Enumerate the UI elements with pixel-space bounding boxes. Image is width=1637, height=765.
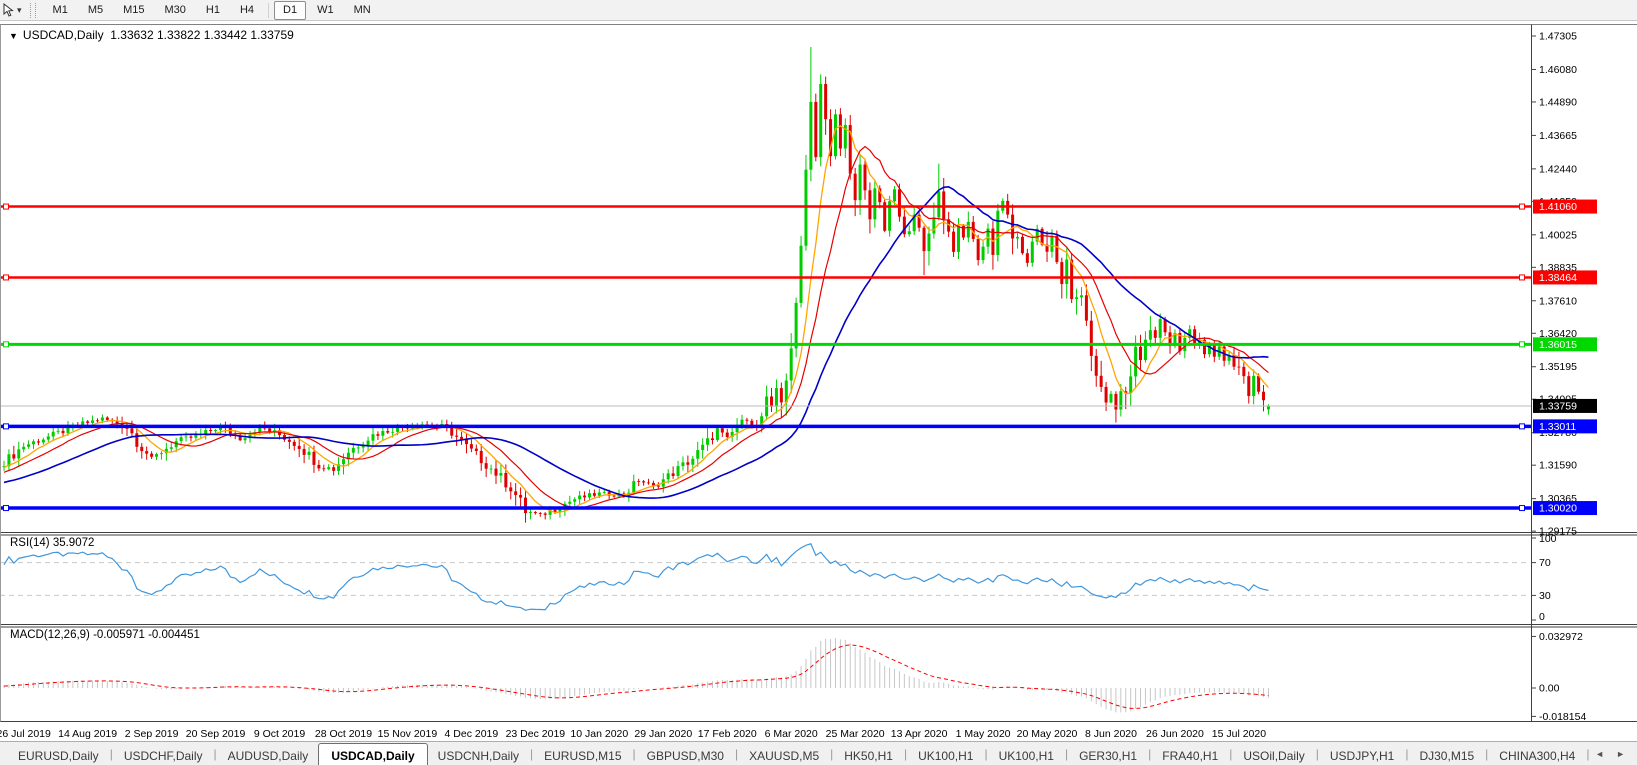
date-tick-label: 6 Mar 2020 <box>765 728 818 740</box>
rsi-tick-label: 30 <box>1539 590 1551 602</box>
timeframe-button-h4[interactable]: H4 <box>231 1 263 20</box>
date-tick-label: 15 Jul 2020 <box>1212 728 1266 740</box>
price-tick-label: 1.40025 <box>1539 229 1577 241</box>
toolbar-grip-handle[interactable] <box>29 2 36 18</box>
price-badge-1.38464: 1.38464 <box>1539 272 1577 284</box>
rsi-tick-label: 70 <box>1539 557 1551 569</box>
price-tick-label: 1.31590 <box>1539 460 1577 472</box>
date-tick-label: 2 Sep 2019 <box>125 728 179 740</box>
price-tick-label: 1.42440 <box>1539 163 1577 175</box>
tab-gbpusd-m30[interactable]: GBPUSD,M30 <box>637 742 734 765</box>
date-tick-label: 4 Dec 2019 <box>445 728 499 740</box>
chart-area[interactable]: 1.473051.460801.448901.436651.424401.412… <box>0 21 1637 741</box>
tab-separator: | <box>1586 746 1590 761</box>
date-tick-label: 20 Sep 2019 <box>186 728 246 740</box>
timeframe-button-h1[interactable]: H1 <box>197 1 229 20</box>
tab-xauusd-m5[interactable]: XAUUSD,M5 <box>739 742 829 765</box>
date-tick-label: 10 Jan 2020 <box>570 728 628 740</box>
price-tick-label: 1.46080 <box>1539 64 1577 76</box>
price-badge-1.33011: 1.33011 <box>1539 421 1576 433</box>
chart-ohlc-values: 1.33632 1.33822 1.33442 1.33759 <box>110 28 294 42</box>
collapse-triangle-icon[interactable]: ▼ <box>9 31 18 41</box>
date-tick-label: 1 May 2020 <box>956 728 1011 740</box>
macd-tick-label: -0.018154 <box>1539 711 1586 723</box>
tab-dj30-m15[interactable]: DJ30,M15 <box>1409 742 1484 765</box>
price-badge-1.36015: 1.36015 <box>1539 339 1577 351</box>
tab-usdchf-daily[interactable]: USDCHF,Daily <box>114 742 213 765</box>
timeframe-button-d1[interactable]: D1 <box>274 0 307 20</box>
dropdown-caret-icon[interactable]: ▾ <box>17 5 22 16</box>
timeframe-button-w1[interactable]: W1 <box>308 1 343 20</box>
date-tick-label: 13 Apr 2020 <box>891 728 948 740</box>
timeframe-toolbar: ▾ M1 M5 M15 M30 H1 H4 D1 W1 MN <box>0 0 1637 21</box>
timeframe-button-m5[interactable]: M5 <box>79 1 112 20</box>
chart-canvas[interactable]: 1.473051.460801.448901.436651.424401.412… <box>0 21 1637 741</box>
tab-scroll-right-icon[interactable]: ► <box>1616 749 1625 759</box>
tab-eurusd-daily[interactable]: EURUSD,Daily <box>8 742 109 765</box>
tab-usoil-daily[interactable]: USOil,Daily <box>1233 742 1314 765</box>
tab-usdcnh-daily[interactable]: USDCNH,Daily <box>428 742 529 765</box>
price-tick-label: 1.43665 <box>1539 130 1577 142</box>
rsi-indicator-label: RSI(14) 35.9072 <box>10 537 95 549</box>
tab-usdcad-daily[interactable]: USDCAD,Daily <box>318 743 428 765</box>
price-tick-label: 1.44890 <box>1539 96 1577 108</box>
price-tick-label: 1.47305 <box>1539 31 1577 43</box>
cursor-icon <box>3 3 14 17</box>
chart-title: ▼ USDCAD,Daily 1.33632 1.33822 1.33442 1.… <box>9 28 294 42</box>
macd-indicator-label: MACD(12,26,9) -0.005971 -0.004451 <box>10 629 200 641</box>
date-tick-label: 15 Nov 2019 <box>378 728 438 740</box>
price-tick-label: 1.35195 <box>1539 361 1577 373</box>
date-tick-label: 17 Feb 2020 <box>698 728 757 740</box>
date-tick-label: 29 Jan 2020 <box>634 728 692 740</box>
date-tick-label: 20 May 2020 <box>1017 728 1078 740</box>
tab-scroll-arrows: ◄ ► <box>1595 742 1625 765</box>
timeframe-button-mn[interactable]: MN <box>345 1 380 20</box>
tab-uk100-h1[interactable]: UK100,H1 <box>989 742 1064 765</box>
timeframe-button-m1[interactable]: M1 <box>44 1 77 20</box>
macd-tick-label: 0.032972 <box>1539 631 1583 643</box>
tab-ger30-h1[interactable]: GER30,H1 <box>1069 742 1147 765</box>
tab-uk100-h1[interactable]: UK100,H1 <box>908 742 983 765</box>
date-tick-label: 14 Aug 2019 <box>58 728 117 740</box>
cursor-tool-button[interactable]: ▾ <box>0 3 25 17</box>
timeframe-button-m15[interactable]: M15 <box>114 1 153 20</box>
symbol-tabs: EURUSD,Daily | USDCHF,Daily | AUDUSD,Daily US… <box>8 742 1590 765</box>
price-badge-1.41060: 1.41060 <box>1539 201 1577 213</box>
date-tick-label: 9 Oct 2019 <box>254 728 306 740</box>
tab-usdjpy-h1[interactable]: USDJPY,H1 <box>1320 742 1404 765</box>
tab-eurusd-m15[interactable]: EURUSD,M15 <box>534 742 631 765</box>
tab-fra40-h1[interactable]: FRA40,H1 <box>1152 742 1228 765</box>
timeframe-buttons: M1 M5 M15 M30 H1 H4 D1 W1 MN <box>43 0 381 20</box>
price-badge-1.30020: 1.30020 <box>1539 503 1577 515</box>
chart-symbol-label: USDCAD,Daily <box>22 28 104 42</box>
date-tick-label: 23 Dec 2019 <box>506 728 566 740</box>
macd-tick-label: 0.00 <box>1539 683 1560 695</box>
toolbar-separator <box>268 2 270 18</box>
date-tick-label: 26 Jun 2020 <box>1146 728 1204 740</box>
tab-china300-h4[interactable]: CHINA300,H4 <box>1489 742 1585 765</box>
date-tick-label: 8 Jun 2020 <box>1085 728 1137 740</box>
symbol-tab-bar: EURUSD,Daily | USDCHF,Daily | AUDUSD,Daily US… <box>0 741 1637 765</box>
tab-audusd-daily[interactable]: AUDUSD,Daily <box>218 742 319 765</box>
date-tick-label: 25 Mar 2020 <box>826 728 885 740</box>
date-tick-label: 26 Jul 2019 <box>0 728 51 740</box>
rsi-tick-label: 0 <box>1539 611 1545 623</box>
price-badge-1.33759: 1.33759 <box>1539 400 1577 412</box>
price-tick-label: 1.37610 <box>1539 295 1577 307</box>
trading-terminal: ▾ M1 M5 M15 M30 H1 H4 D1 W1 MN 1.47305 1.46080 1.4… <box>0 0 1637 765</box>
date-tick-label: 28 Oct 2019 <box>315 728 372 740</box>
tab-scroll-left-icon[interactable]: ◄ <box>1595 749 1604 759</box>
tab-hk50-h1[interactable]: HK50,H1 <box>834 742 903 765</box>
rsi-tick-label: 100 <box>1539 533 1557 545</box>
timeframe-button-m30[interactable]: M30 <box>156 1 195 20</box>
